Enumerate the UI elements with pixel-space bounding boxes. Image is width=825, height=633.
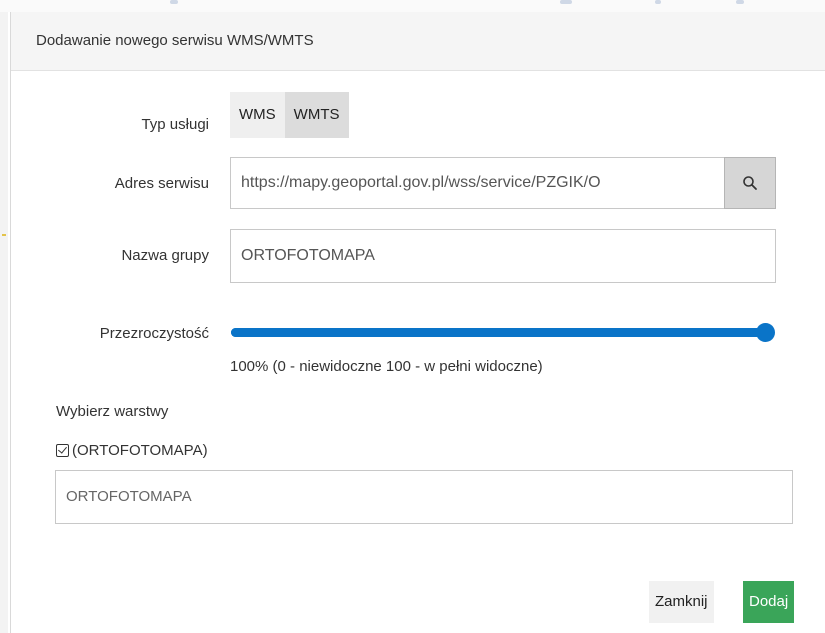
map-fragment [560, 0, 572, 4]
group-name-input[interactable]: ORTOFOTOMAPA [230, 229, 776, 283]
dialog-title: Dodawanie nowego serwisu WMS/WMTS [36, 32, 314, 49]
service-url-label: Adres serwisu [114, 175, 209, 192]
service-type-label: Typ usługi [141, 116, 209, 133]
add-button[interactable]: Dodaj [743, 581, 795, 623]
opacity-label: Przezroczystość [99, 325, 209, 342]
checkbox-checked-icon[interactable] [56, 444, 69, 457]
search-service-button[interactable] [724, 157, 776, 209]
opacity-slider-fill [231, 328, 766, 337]
service-type-wms-button[interactable]: WMS [230, 92, 285, 138]
map-fragment [736, 0, 744, 4]
add-service-dialog: Dodawanie nowego serwisu WMS/WMTS Typ us… [10, 12, 825, 633]
layer-name-input[interactable]: ORTOFOTOMAPA [55, 470, 793, 524]
map-fragment [170, 0, 178, 4]
close-button[interactable]: Zamknij [649, 581, 714, 623]
opacity-slider[interactable] [231, 323, 775, 342]
group-name-label: Nazwa grupy [121, 247, 209, 264]
dialog-header: Dodawanie nowego serwisu WMS/WMTS [11, 12, 825, 71]
service-url-input[interactable]: https://mapy.geoportal.gov.pl/wss/servic… [230, 157, 724, 209]
opacity-caption: 100% (0 - niewidoczne 100 - w pełni wido… [230, 358, 543, 375]
search-icon [743, 176, 757, 190]
opacity-slider-handle[interactable] [756, 323, 775, 342]
map-fragment [2, 234, 6, 236]
service-type-toggle: WMS WMTS [230, 92, 349, 138]
background-map-edge [0, 12, 8, 633]
layer-checkbox-ortofotomapa[interactable]: (ORTOFOTOMAPA) [56, 442, 208, 459]
layers-section-label: Wybierz warstwy [56, 403, 169, 420]
layer-checkbox-label: (ORTOFOTOMAPA) [72, 442, 208, 459]
background-map-strip [0, 0, 825, 12]
map-fragment [655, 0, 661, 4]
service-type-wmts-button[interactable]: WMTS [284, 92, 349, 138]
